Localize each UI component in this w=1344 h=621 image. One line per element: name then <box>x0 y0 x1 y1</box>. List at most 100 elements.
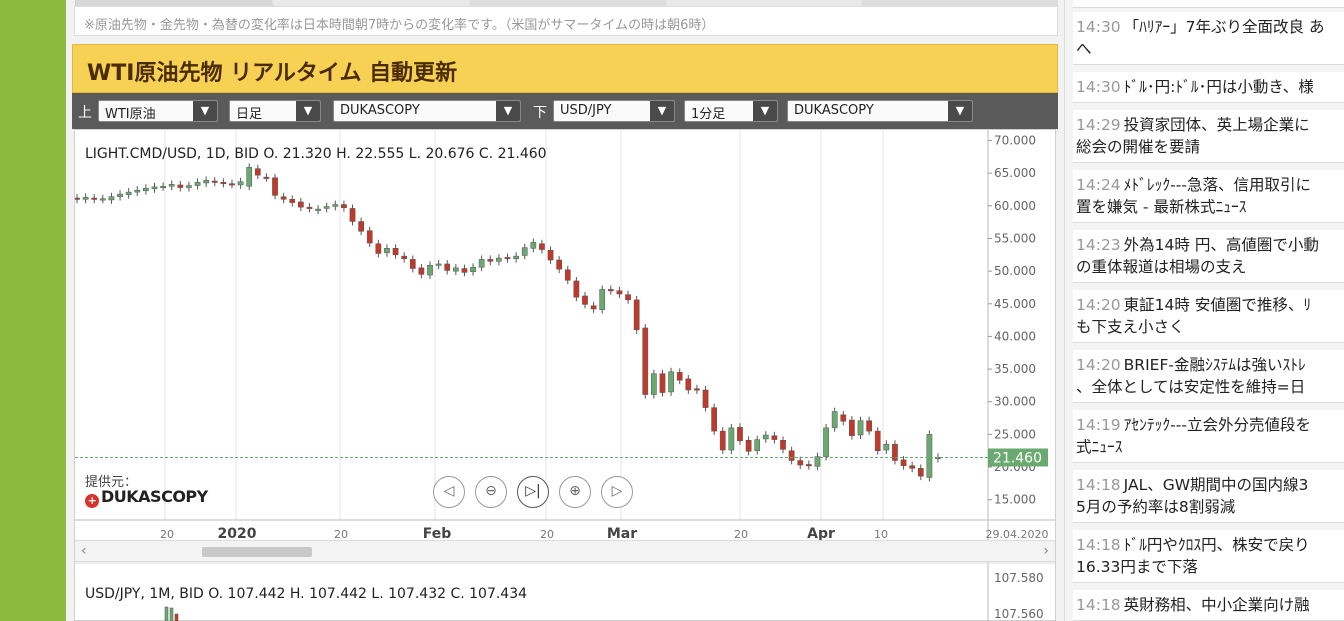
lower-symbol-select[interactable]: USD/JPY ▼ <box>553 100 675 122</box>
candle-body <box>590 305 597 310</box>
news-item[interactable]: 14:30 ﾄﾞﾙ･円:ﾄﾞﾙ･円は小動き、様 <box>1073 72 1344 103</box>
candle-body <box>530 242 537 249</box>
news-item[interactable]: 14:24 ﾒﾄﾞﾚｯｸ---急落、信用取引に 置を嫌気 - 最新株式ﾆｭｰｽ <box>1073 170 1344 223</box>
price-tick-label: 65.000 <box>994 166 1036 180</box>
candle-body <box>573 280 580 298</box>
news-time: 14:20 <box>1076 296 1121 314</box>
candle-body <box>866 420 872 432</box>
candle-body <box>719 430 726 451</box>
scroll-right-button[interactable]: ▷ <box>601 476 633 508</box>
news-time: 14:18 <box>1076 536 1121 554</box>
news-item[interactable]: 14:18 英財務相、中小企業向け融 <box>1073 590 1344 621</box>
candle-body <box>780 440 786 450</box>
left-sidebar-band <box>0 0 66 621</box>
upper-ohlc-readout: LIGHT.CMD/USD, 1D, BID O. 21.320 H. 22.5… <box>85 146 547 162</box>
candle-body <box>323 206 330 209</box>
news-item[interactable]: 14:29 投資家団体、英上場企業に 総会の開催を要請 <box>1073 110 1344 163</box>
candle-body <box>134 189 141 193</box>
news-item[interactable]: 14:30 「ﾊﾘｱｰ」7年ぶり全面改良 あへ <box>1073 12 1344 65</box>
price-tick-label: 70.000 <box>994 134 1036 148</box>
candle-body <box>478 259 485 268</box>
candle-body <box>75 197 80 200</box>
candle-body <box>900 459 907 466</box>
reset-button[interactable]: ▷| <box>517 476 549 508</box>
lower-ohlc-readout: USD/JPY, 1M, BID O. 107.442 H. 107.442 L… <box>85 586 528 602</box>
news-headline: 英財務相、中小企業向け融 <box>1123 596 1310 614</box>
candle-body <box>177 184 184 188</box>
news-item[interactable]: 14:18 JAL、GW期間中の国内線3 5月の予約率は8割弱減 <box>1073 470 1344 523</box>
candle-body <box>108 196 115 201</box>
candle-body <box>874 430 881 451</box>
upper-source-value: DUKASCOPY <box>340 103 420 118</box>
news-headline: ｱｾﾝﾃｯｸ---立会外分売値段を <box>1123 416 1311 434</box>
upper-period-value: 日足 <box>236 107 263 122</box>
news-headline-cont: へ <box>1076 40 1092 58</box>
lower-source-select[interactable]: DUKASCOPY ▼ <box>787 100 973 122</box>
candle-body <box>99 198 106 201</box>
news-time: 14:30 <box>1076 18 1121 36</box>
chevron-down-icon: ▼ <box>650 101 674 121</box>
news-item[interactable]: 14:18 ﾄﾞﾙ円やｸﾛｽ円、株安で戻り 16.33円まで下落 <box>1073 530 1344 583</box>
news-item[interactable]: 14:20 BRIEF-金融ｼｽﾃﾑは強いｽﾄﾚ 、全体としては安定性を維持=日 <box>1073 350 1344 403</box>
scroll-left-arrow[interactable]: ‹ <box>81 543 87 559</box>
candle-body <box>289 199 296 203</box>
lower-period-value: 1分足 <box>691 107 726 122</box>
price-tick-label: 25.000 <box>994 427 1036 441</box>
news-item[interactable]: 14:20 東証14時 安値圏で推移、ﾘ も下支え小さく <box>1073 290 1344 343</box>
candle-body <box>659 373 666 393</box>
candle-body <box>633 299 640 331</box>
candle-body <box>754 439 761 451</box>
scrollbar-thumb[interactable] <box>202 547 312 557</box>
chevron-down-icon: ▼ <box>753 101 777 121</box>
candle-body <box>418 267 425 275</box>
news-headline-cont: 16.33円まで下落 <box>1076 558 1198 576</box>
candle-body <box>427 265 433 276</box>
candle-body <box>375 243 382 254</box>
candle-body <box>788 450 795 461</box>
candle-body <box>392 248 399 256</box>
candle-body <box>91 197 98 200</box>
candle-body <box>409 259 416 269</box>
news-headline: BRIEF-金融ｼｽﾃﾑは強いｽﾄﾚ <box>1123 356 1306 374</box>
candle-body <box>892 443 898 461</box>
provider-logo-text: DUKASCOPY <box>101 487 208 506</box>
news-item-partial[interactable] <box>1073 0 1344 8</box>
dukascopy-logo[interactable]: + DUKASCOPY <box>85 487 208 508</box>
candle-body <box>771 435 778 440</box>
zoom-in-button[interactable]: ⊕ <box>559 476 591 508</box>
news-item[interactable]: 14:19 ｱｾﾝﾃｯｸ---立会外分売値段を 式ﾆｭｰｽ <box>1073 410 1344 463</box>
candle-body <box>857 420 864 436</box>
candle-body <box>117 193 123 197</box>
upper-symbol-select[interactable]: WTI原油 ▼ <box>98 100 218 122</box>
lower-period-select[interactable]: 1分足 ▼ <box>684 100 778 122</box>
upper-period-select[interactable]: 日足 ▼ <box>229 100 321 122</box>
candle-body <box>366 230 373 244</box>
candle-body <box>203 180 210 184</box>
candle-body <box>168 184 175 187</box>
candle-body <box>384 248 390 254</box>
candle-body <box>401 255 408 259</box>
candle-body <box>711 407 717 432</box>
price-tick-label: 40.000 <box>994 329 1036 343</box>
price-chart[interactable]: 70.000 65.000 60.000 55.000 50.000 45.000 40.0… <box>74 129 1056 621</box>
lower-source-value: DUKASCOPY <box>794 103 874 118</box>
upper-source-select[interactable]: DUKASCOPY ▼ <box>333 100 521 122</box>
chart-scrollbar[interactable]: ‹ › <box>75 540 1055 562</box>
candle-body <box>496 257 502 262</box>
news-time: 14:30 <box>1076 78 1121 96</box>
candle-body <box>685 378 692 391</box>
candle-body <box>737 426 743 442</box>
current-price-label: 21.460 <box>993 450 1042 466</box>
news-headline-cont: の重体報道は相場の支え <box>1076 258 1247 276</box>
news-item[interactable]: 14:23 外為14時 円、高値圏で小動 の重体報道は相場の支え <box>1073 230 1344 283</box>
price-tick-label: 60.000 <box>994 199 1036 213</box>
candle-body <box>332 204 339 207</box>
scroll-right-arrow[interactable]: › <box>1043 543 1049 559</box>
chevron-down-icon: ▼ <box>193 101 217 121</box>
candle-body <box>487 259 494 262</box>
news-headline-cont: 置を嫌気 - 最新株式ﾆｭｰｽ <box>1076 198 1247 216</box>
lower-candle <box>164 606 169 621</box>
scroll-left-button[interactable]: ◁ <box>433 476 465 508</box>
candle-body <box>237 181 244 186</box>
zoom-out-button[interactable]: ⊖ <box>475 476 507 508</box>
